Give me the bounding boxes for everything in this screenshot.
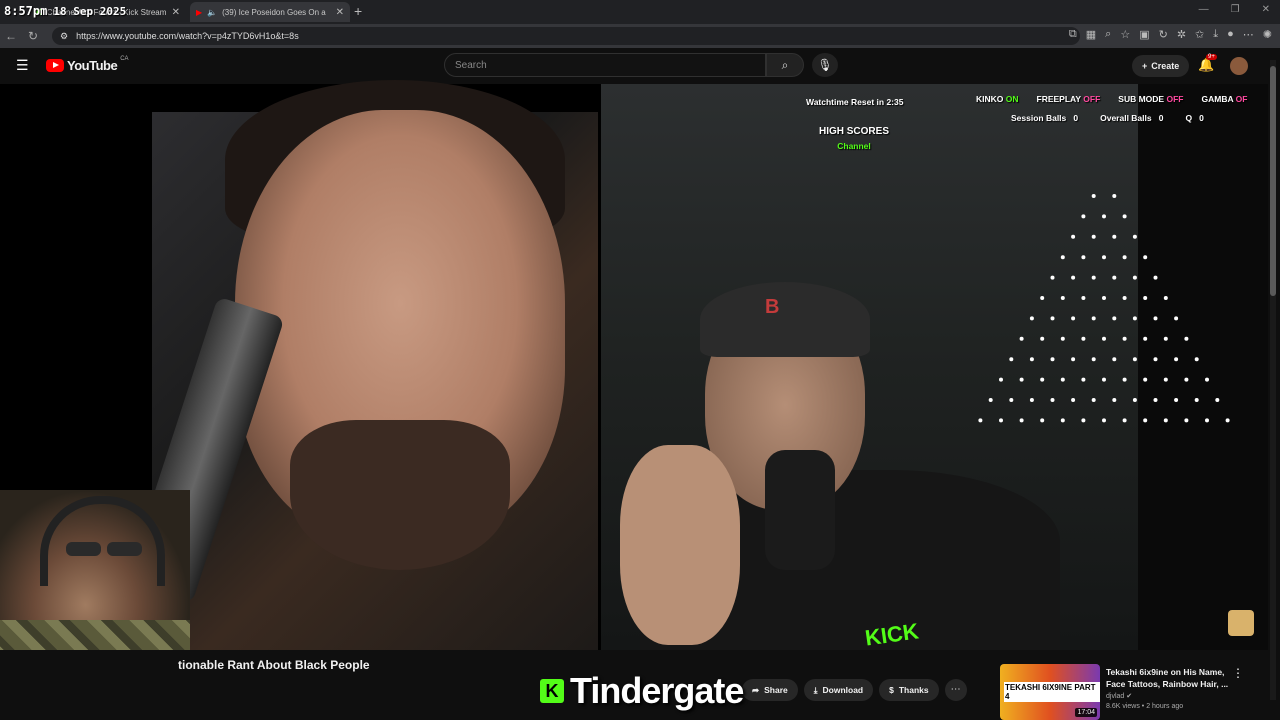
sunglasses <box>66 542 142 556</box>
translate-icon[interactable]: ⧉ <box>1069 28 1077 41</box>
recommended-meta: 8.6K views • 2 hours ago <box>1106 703 1184 710</box>
create-button[interactable]: + Create <box>1132 55 1190 77</box>
apps-icon[interactable]: ▦ <box>1086 28 1096 41</box>
caption-overlay: K Tindergate <box>540 670 744 712</box>
tab-youtube[interactable]: ▶ 🔈 (39) Ice Poseidon Goes On a ✕ <box>190 2 350 22</box>
extension-toolbar: ⧉ ▦ ⌕ ☆ ▣ ↻ ✲ ✩ ⤓ ● ⋯ ✺ <box>1069 28 1272 41</box>
profile-icon[interactable]: ● <box>1227 28 1234 41</box>
small-avatar-overlay <box>1228 610 1254 636</box>
extensions-icon[interactable]: ✲ <box>1177 28 1186 41</box>
account-avatar[interactable] <box>1230 57 1248 75</box>
zoom-icon[interactable]: ⌕ <box>1105 28 1111 41</box>
session-balls: Session Balls 0 <box>1011 113 1079 123</box>
scrollbar[interactable] <box>1270 60 1276 700</box>
cap-logo: B <box>765 296 780 318</box>
recommended-video[interactable]: TEKASHI 6IX9INE PART 4 17:04 Tekashi 6ix… <box>1000 664 1270 720</box>
browser-tab-bar: K Channel Not Found - Kick Stream ✕ ▶ 🔈 … <box>0 0 1280 24</box>
clock-date: 18 Sep 2025 <box>53 5 127 18</box>
thanks-icon: $ <box>889 685 894 695</box>
address-bar: ← ↻ ⚙ https://www.youtube.com/watch?v=p4… <box>0 24 1280 48</box>
window-controls: — ❐ ✕ <box>1199 4 1270 15</box>
download-button[interactable]: ⤓ Download <box>803 679 874 701</box>
youtube-logo[interactable]: YouTube CA <box>46 56 129 73</box>
extension-icon[interactable]: ▣ <box>1139 28 1149 41</box>
back-icon[interactable]: ← <box>0 29 22 43</box>
url-text: https://www.youtube.com/watch?v=p4zTYD6v… <box>76 31 299 41</box>
high-scores-subtitle: Channel <box>837 141 871 151</box>
share-button[interactable]: ➦ Share <box>742 679 798 701</box>
tab-title: (39) Ice Poseidon Goes On a <box>222 7 326 17</box>
notification-badge: 9+ <box>1206 54 1217 60</box>
reload-icon[interactable]: ↻ <box>22 29 44 43</box>
studio-microphone <box>765 450 835 570</box>
toggle-gamba: GAMBA OF <box>1201 94 1248 104</box>
favorites-icon[interactable]: ✩ <box>1195 28 1204 41</box>
kick-logo-icon: K <box>540 679 564 703</box>
queue-count: Q 0 <box>1185 113 1204 123</box>
search-input[interactable]: Search <box>444 53 766 77</box>
video-actions: ➦ Share ⤓ Download $ Thanks ⋯ <box>742 679 967 701</box>
baseball-cap <box>700 282 870 357</box>
thumbnail-text: TEKASHI 6IX9INE PART 4 <box>1004 682 1100 702</box>
video-duration: 17:04 <box>1075 708 1097 717</box>
toggle-kinko: KINKO ON <box>976 94 1019 104</box>
youtube-favicon-icon: ▶ <box>196 7 203 17</box>
recommended-title[interactable]: Tekashi 6ix9ine on His Name, Face Tattoo… <box>1106 666 1236 690</box>
url-field[interactable]: ⚙ https://www.youtube.com/watch?v=p4zTYD… <box>52 27 1080 45</box>
raised-hand <box>620 445 740 645</box>
create-label: Create <box>1151 61 1180 71</box>
verified-icon: ✔ <box>1126 693 1133 700</box>
man-beard <box>290 420 510 570</box>
thanks-button[interactable]: $ Thanks <box>879 679 939 701</box>
clock-time: 8:57pm <box>4 4 48 18</box>
video-title: tionable Rant About Black People <box>178 658 370 672</box>
video-right-dark-area <box>1138 84 1268 650</box>
refresh-extension-icon[interactable]: ↻ <box>1159 28 1168 41</box>
caption-text: Tindergate <box>570 670 744 711</box>
copilot-icon[interactable]: ✺ <box>1263 28 1272 41</box>
high-scores-title: HIGH SCORES <box>818 126 889 137</box>
close-tab-icon[interactable]: ✕ <box>336 7 344 18</box>
search-button[interactable]: ⌕ <box>766 53 804 77</box>
bookmark-star-icon[interactable]: ☆ <box>1120 28 1130 41</box>
site-info-icon[interactable]: ⚙ <box>60 31 68 42</box>
close-tab-icon[interactable]: ✕ <box>172 7 180 18</box>
toggle-row: KINKO ON FREEPLAY OFF SUB MODE OFF GAMBA… <box>976 94 1247 104</box>
download-icon: ⤓ <box>813 684 818 695</box>
share-icon: ➦ <box>752 684 760 695</box>
overlay-clock: 8:57pm 18 Sep 2025 <box>4 4 126 18</box>
audio-icon[interactable]: 🔈 <box>207 8 217 17</box>
plus-icon: + <box>1142 61 1148 71</box>
maximize-button[interactable]: ❐ <box>1231 4 1240 15</box>
more-menu-icon[interactable]: ⋯ <box>1243 28 1254 41</box>
search-icon: ⌕ <box>781 58 789 72</box>
close-window-button[interactable]: ✕ <box>1262 4 1270 15</box>
scrollbar-thumb[interactable] <box>1270 66 1276 296</box>
recommended-menu-icon[interactable]: ⋮ <box>1232 666 1244 680</box>
youtube-play-icon <box>46 59 64 72</box>
toggle-submode: SUB MODE OFF <box>1118 94 1184 104</box>
stats-row: Session Balls 0 Overall Balls 0 Q 0 <box>1011 113 1204 123</box>
youtube-logo-text: YouTube <box>67 58 118 73</box>
new-tab-button[interactable]: + <box>354 3 362 19</box>
recommended-thumbnail[interactable]: TEKASHI 6IX9INE PART 4 17:04 <box>1000 664 1100 720</box>
high-scores-panel: HIGH SCORES Channel <box>806 126 902 151</box>
voice-search-button[interactable]: 🎙 <box>812 53 838 77</box>
minimize-button[interactable]: — <box>1199 4 1209 15</box>
toggle-freeplay: FREEPLAY OFF <box>1036 94 1101 104</box>
overall-balls: Overall Balls 0 <box>1100 113 1164 123</box>
microphone-icon: 🎙 <box>817 58 833 72</box>
downloads-icon[interactable]: ⤓ <box>1213 28 1218 41</box>
country-code: CA <box>120 56 129 62</box>
more-actions-button[interactable]: ⋯ <box>944 679 967 701</box>
watchtime-reset: Watchtime Reset in 2:35 <box>806 97 904 107</box>
youtube-header: ☰ YouTube CA Search ⌕ 🎙 + Create 🔔 9+ <box>0 48 1280 84</box>
recommended-channel[interactable]: djvlad ✔ <box>1106 692 1132 700</box>
hamburger-menu-icon[interactable]: ☰ <box>16 57 29 74</box>
